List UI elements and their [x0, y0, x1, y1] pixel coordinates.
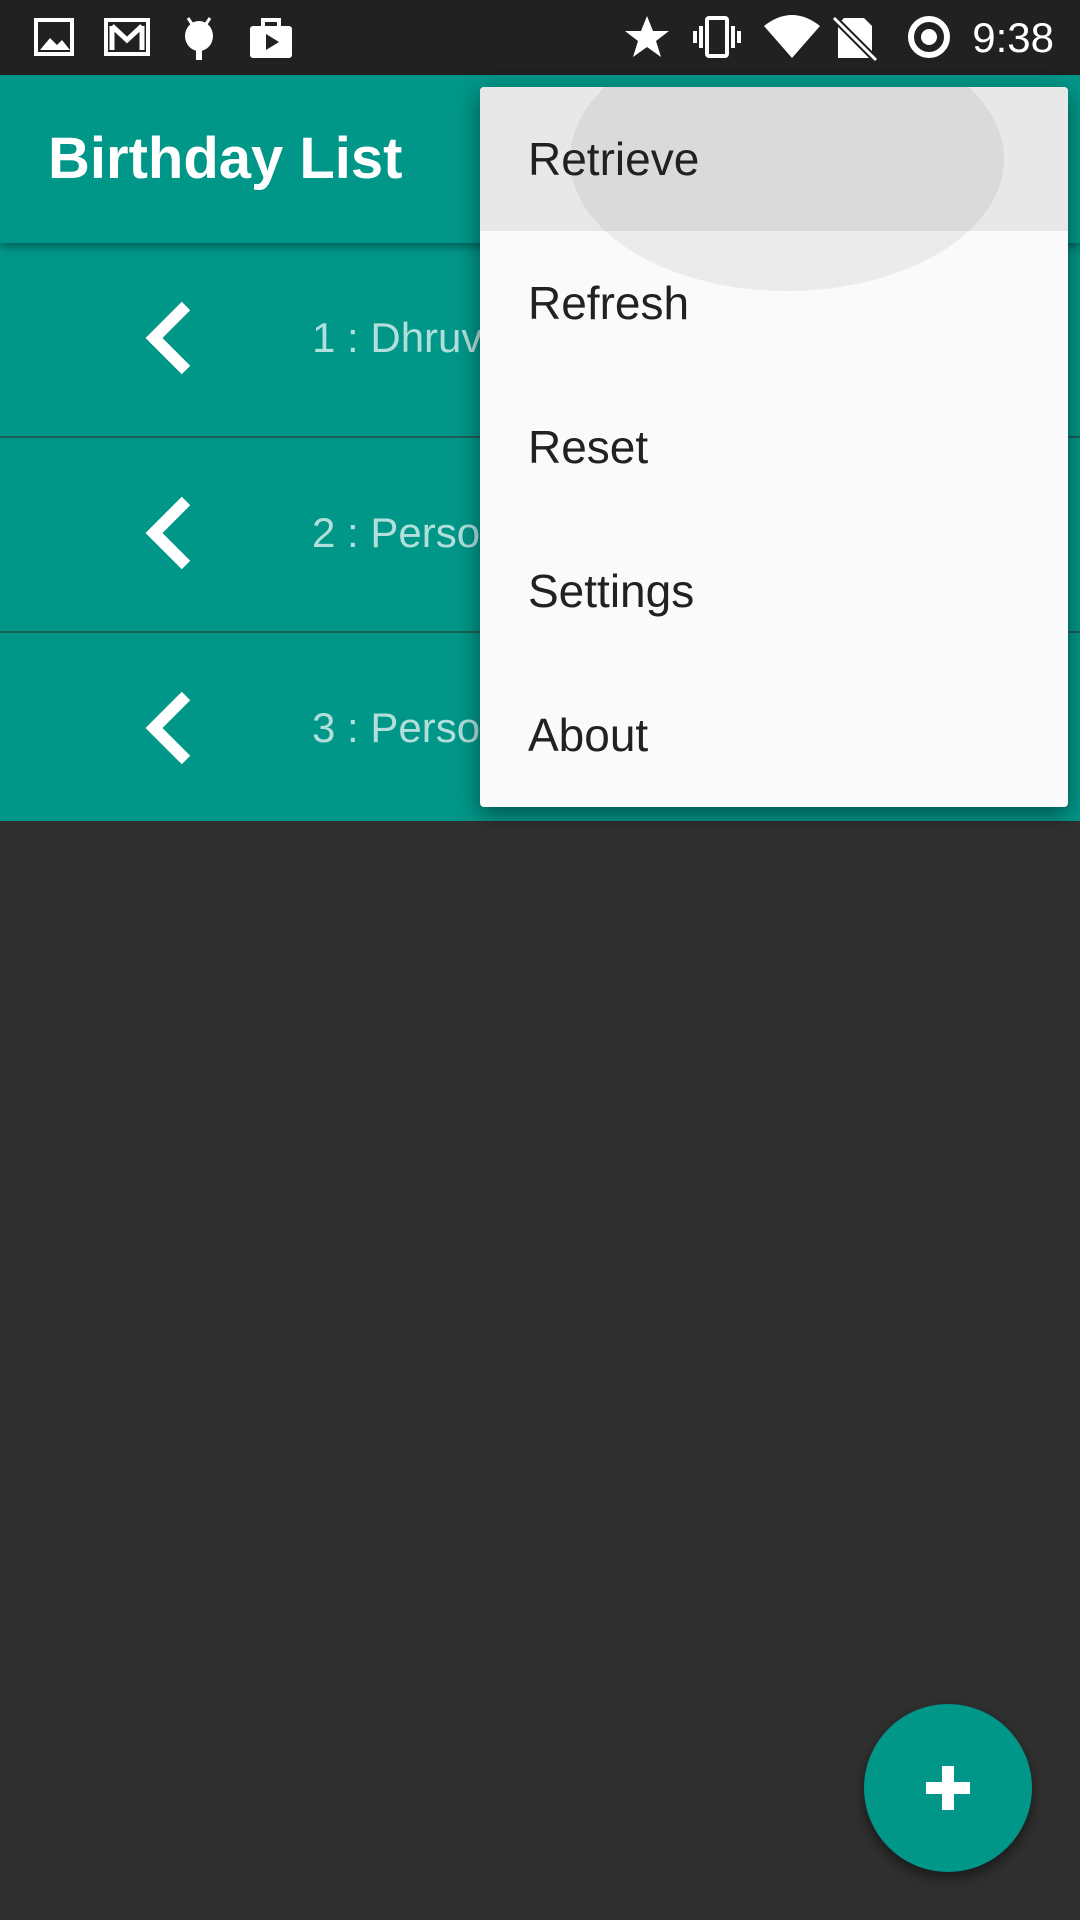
wifi-icon [764, 15, 820, 58]
vibrate-icon [693, 16, 741, 58]
menu-item-label: Reset [528, 421, 649, 473]
menu-item-refresh[interactable]: Refresh [480, 231, 1068, 375]
android-debug-icon [185, 17, 213, 60]
menu-item-label: Refresh [528, 277, 690, 329]
menu-item-retrieve[interactable]: Retrieve [480, 87, 1068, 291]
menu-item-about[interactable]: About [480, 663, 1068, 807]
chevron-left-icon[interactable] [140, 298, 196, 378]
menu-item-label: Retrieve [528, 133, 700, 185]
list-item-label: 3 : Person [312, 704, 504, 751]
image-icon [34, 18, 74, 56]
menu-item-settings[interactable]: Settings [480, 519, 1068, 663]
star-icon [625, 16, 669, 57]
no-sim-icon [831, 15, 879, 62]
chevron-left-icon[interactable] [140, 688, 196, 768]
add-birthday-button[interactable] [864, 1704, 1032, 1872]
list-item-label: 2 : Person [312, 509, 504, 556]
menu-item-label: Settings [528, 565, 695, 617]
battery-saver-icon [908, 16, 950, 58]
screen: 9:38 Birthday List 1 : Dhruva 2 : Person… [0, 0, 1080, 1920]
store-bag-icon [250, 18, 292, 58]
gmail-icon [104, 18, 150, 56]
status-time: 9:38 [972, 14, 1054, 61]
overflow-menu: Retrieve Refresh Reset Settings About [480, 87, 1068, 807]
list-item-label: 1 : Dhruva [312, 314, 506, 361]
page-title: Birthday List [48, 126, 403, 191]
plus-icon [926, 1766, 970, 1810]
menu-item-label: About [528, 709, 649, 761]
status-bar: 9:38 [0, 0, 1080, 75]
menu-item-reset[interactable]: Reset [480, 375, 1068, 519]
chevron-left-icon[interactable] [140, 493, 196, 573]
